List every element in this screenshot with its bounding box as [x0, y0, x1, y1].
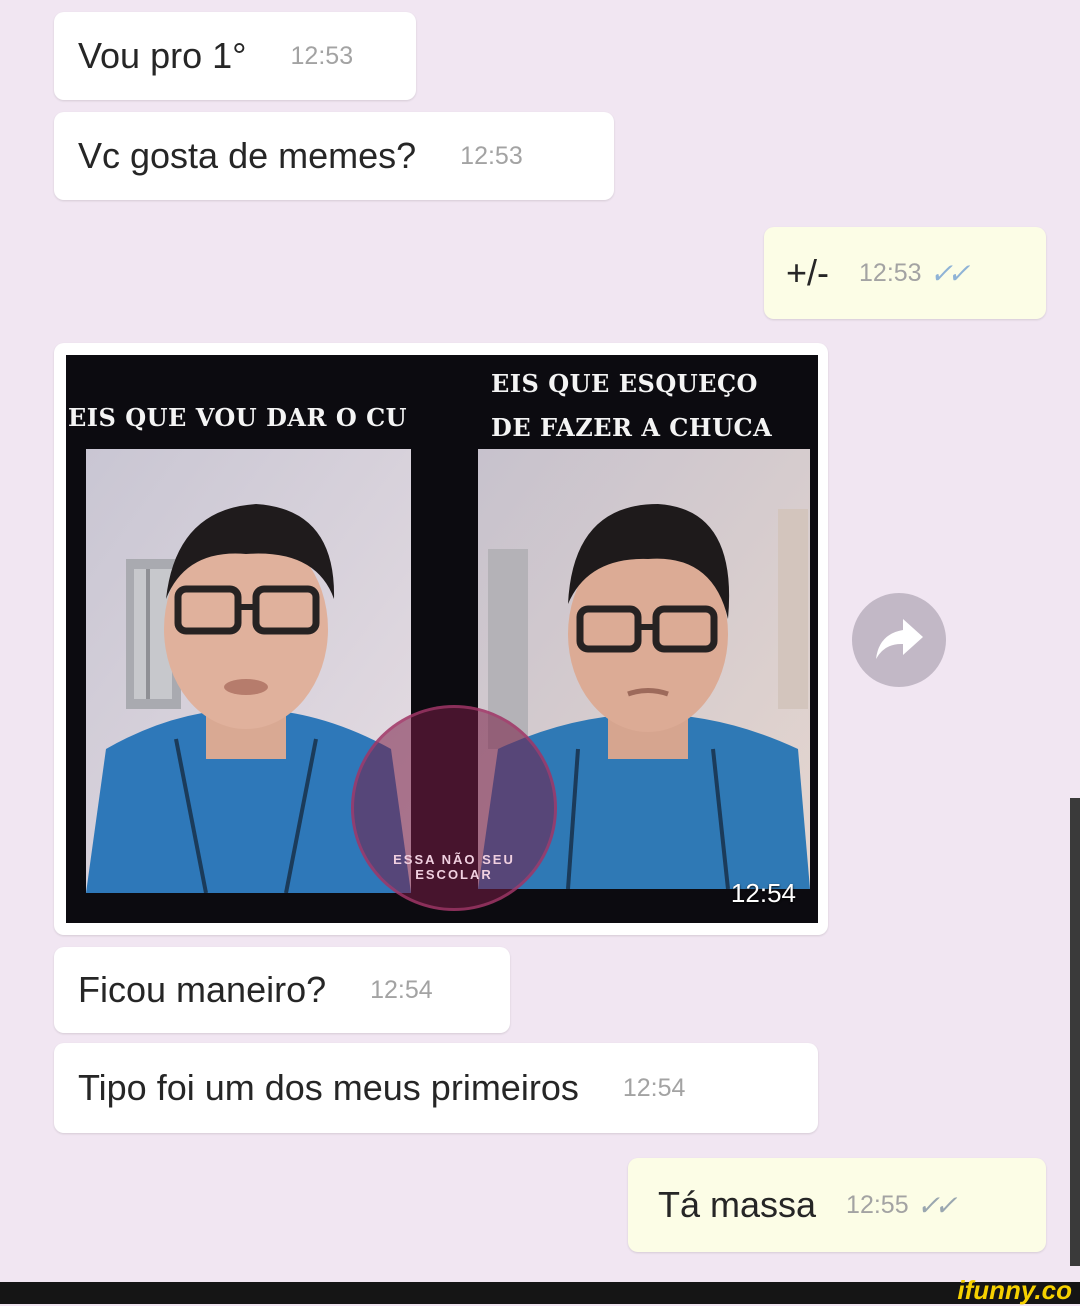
share-button[interactable] — [852, 593, 946, 687]
message-text: Ficou maneiro? — [78, 969, 327, 1010]
share-arrow-icon — [876, 619, 923, 659]
chat-view: Vou pro 1° 12:53 Vc gosta de memes? 12:5… — [0, 0, 1080, 1282]
meme-caption-right-line1: EIS QUE ESQUEÇO — [491, 369, 758, 398]
message-time: 12:53 — [290, 41, 354, 70]
message-time: 12:54 — [622, 1073, 686, 1102]
incoming-message[interactable]: Vou pro 1° 12:53 — [54, 12, 416, 100]
watermark-stamp: ESSA NÃO SEU ESCOLAR — [351, 705, 557, 911]
footer-bar: ifunny.co — [0, 1275, 1080, 1305]
delivered-receipt-icon: ✓✓ — [916, 1189, 958, 1221]
message-text: Tipo foi um dos meus primeiros — [78, 1067, 579, 1108]
watermark-text: ESSA NÃO SEU ESCOLAR — [393, 852, 515, 882]
outgoing-message[interactable]: +/- 12:53 ✓✓ — [764, 227, 1046, 319]
message-text: +/- — [786, 252, 830, 293]
message-time: 12:54 — [370, 975, 433, 1004]
message-time: 12:53 — [460, 141, 523, 170]
scrollbar[interactable] — [1070, 798, 1080, 1266]
meme-image[interactable]: EIS QUE VOU DAR O CU EIS QUE ESQUEÇO DE … — [66, 355, 818, 923]
ifunny-logo: ifunny.co — [957, 1275, 1072, 1305]
image-message[interactable]: EIS QUE VOU DAR O CU EIS QUE ESQUEÇO DE … — [54, 343, 828, 935]
incoming-message[interactable]: Ficou maneiro? 12:54 — [54, 947, 510, 1033]
read-receipt-icon: ✓✓ — [929, 257, 971, 289]
message-text: Vou pro 1° — [78, 35, 247, 76]
message-text: Tá massa — [658, 1184, 817, 1225]
message-time: 12:55 — [846, 1190, 909, 1219]
incoming-message[interactable]: Vc gosta de memes? 12:53 — [54, 112, 614, 200]
incoming-message[interactable]: Tipo foi um dos meus primeiros 12:54 — [54, 1043, 818, 1133]
meme-caption-right-line2: DE FAZER A CHUCA — [491, 413, 773, 442]
meme-caption-left: EIS QUE VOU DAR O CU — [68, 403, 408, 432]
message-time: 12:53 — [859, 258, 922, 287]
outgoing-message[interactable]: Tá massa 12:55 ✓✓ — [628, 1158, 1046, 1252]
message-text: Vc gosta de memes? — [78, 135, 417, 176]
message-time: 12:54 — [730, 878, 796, 908]
